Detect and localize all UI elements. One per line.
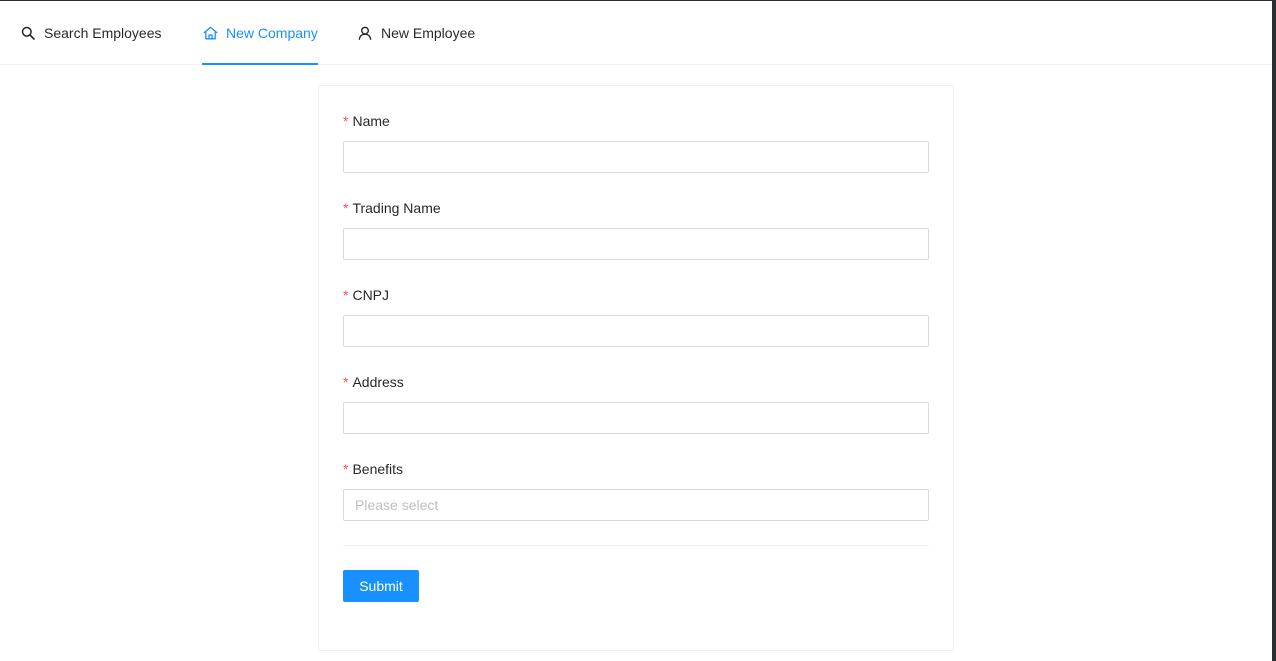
benefits-label: * Benefits (343, 458, 403, 480)
nav-item-new-company[interactable]: New Company (202, 1, 318, 65)
required-mark: * (343, 461, 349, 477)
nav-item-new-employee[interactable]: New Employee (357, 1, 475, 64)
nav-item-label: New Employee (381, 24, 476, 41)
new-company-form-card: * Name * Trading Name * CNPJ * Address * Bene… (318, 85, 954, 651)
required-mark: * (343, 200, 349, 216)
nav-item-search-employees[interactable]: Search Employees (20, 1, 162, 64)
search-icon (20, 25, 36, 41)
home-icon (202, 25, 218, 41)
window-right-border (1272, 0, 1276, 661)
required-mark: * (343, 287, 349, 303)
cnpj-label-text: CNPJ (352, 287, 390, 303)
nav-item-label: Search Employees (44, 24, 162, 41)
name-label: * Name (343, 110, 390, 132)
address-label: * Address (343, 371, 404, 393)
user-icon (357, 25, 373, 41)
form-divider (343, 545, 929, 546)
trading-name-input[interactable] (343, 228, 929, 260)
name-input[interactable] (343, 141, 929, 173)
benefits-label-text: Benefits (352, 461, 404, 477)
cnpj-label: * CNPJ (343, 284, 389, 306)
required-mark: * (343, 374, 349, 390)
benefits-select[interactable]: Please select (343, 489, 929, 521)
benefits-select-placeholder: Please select (355, 497, 439, 513)
cnpj-input[interactable] (343, 315, 929, 347)
required-mark: * (343, 113, 349, 129)
address-label-text: Address (352, 374, 404, 390)
top-nav-menu: Search Employees New Company New Employe… (0, 1, 1272, 65)
trading-name-label: * Trading Name (343, 197, 441, 219)
name-label-text: Name (352, 113, 390, 129)
nav-item-label: New Company (226, 24, 318, 41)
submit-button[interactable]: Submit (343, 570, 419, 602)
trading-name-label-text: Trading Name (352, 200, 441, 216)
address-input[interactable] (343, 402, 929, 434)
